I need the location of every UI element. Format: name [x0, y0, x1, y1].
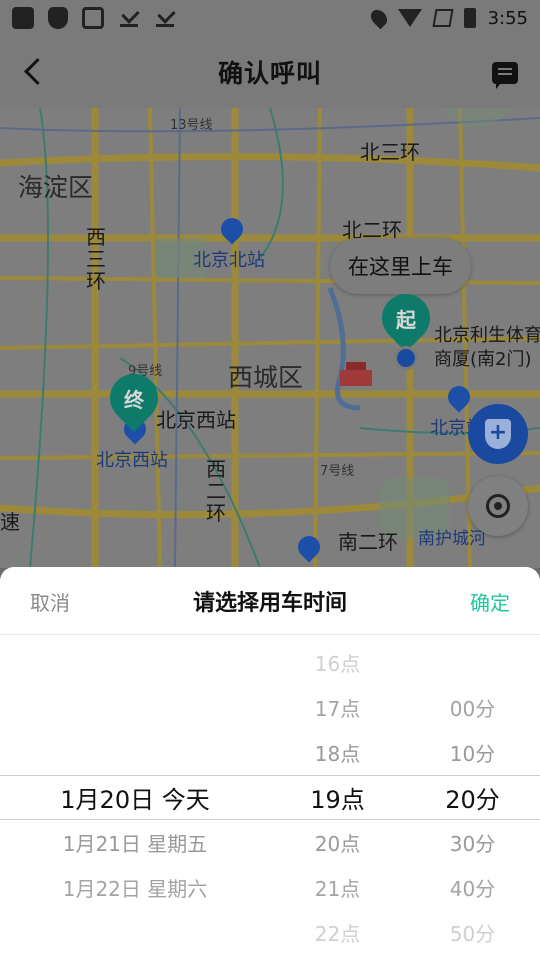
minute-option[interactable]: 20分: [405, 775, 540, 820]
image-notification-icon: [82, 7, 104, 29]
time-picker[interactable]: 1月20日 今天 1月21日 星期五 1月22日 星期六 16点 17点 18点 19点 2…: [0, 635, 540, 960]
map-label-beijingbeizhan: 北京北站: [193, 250, 265, 271]
shield-plus-icon: [485, 419, 511, 449]
status-time: 3:55: [487, 7, 528, 29]
map-label-haidian: 海淀区: [18, 173, 94, 202]
status-icons-left: [12, 7, 176, 29]
top-app-bar: 确认呼叫: [0, 36, 540, 108]
minute-option[interactable]: 30分: [405, 820, 540, 865]
hour-option[interactable]: 18点: [270, 730, 405, 775]
date-option[interactable]: 1月20日 今天: [0, 775, 270, 820]
status-bar: 3:55: [0, 0, 540, 36]
hour-option[interactable]: 17点: [270, 685, 405, 730]
start-pin-label: 起: [396, 307, 416, 332]
hour-option[interactable]: 19点: [270, 775, 405, 820]
wifi-icon: [397, 9, 422, 27]
sheet-header: 取消 请选择用车时间 确定: [0, 567, 540, 635]
shield-notification-icon: [48, 7, 68, 29]
status-icons-right: 3:55: [367, 6, 528, 30]
page-title: 确认呼叫: [217, 59, 322, 88]
date-option[interactable]: 1月22日 星期六: [0, 865, 270, 910]
map-label-beisanhuan: 北三环: [360, 140, 420, 164]
confirm-button[interactable]: 确定: [470, 587, 510, 616]
minute-option[interactable]: 40分: [405, 865, 540, 910]
map-label-beijingxizhan: 北京西站: [156, 408, 236, 432]
hour-option[interactable]: 22点: [270, 910, 405, 955]
map-label-xierhuan: 西二环: [206, 457, 226, 525]
battery-icon: [463, 8, 476, 28]
crosshair-target-icon: [486, 494, 510, 518]
hour-option[interactable]: 20点: [270, 820, 405, 865]
app-square-icon: [12, 7, 34, 29]
map-label-beijingxizhan-station: 北京西站: [96, 450, 168, 471]
map-label-expressway: 速: [0, 510, 20, 534]
map-label-line7: 7号线: [320, 464, 355, 479]
download-done-icon-2: [154, 7, 176, 29]
minute-option[interactable]: 10分: [405, 730, 540, 775]
map-label-line13: 13号线: [170, 118, 213, 133]
download-done-icon: [118, 7, 140, 29]
end-pin-label: 终: [124, 387, 144, 412]
map-label-nanhuchenghe: 南护城河: [418, 529, 486, 549]
hour-option[interactable]: 16点: [270, 640, 405, 685]
back-arrow-icon[interactable]: [20, 56, 52, 88]
cancel-button[interactable]: 取消: [30, 587, 70, 616]
map-label-xisanhuan: 西三环: [86, 225, 106, 293]
map-label-nanerhuan: 南二环: [338, 530, 398, 554]
time-picker-sheet: 取消 请选择用车时间 确定 1月20日 今天 1月21日 星期五 1月22日 星期六…: [0, 567, 540, 960]
no-signal-icon: [431, 9, 454, 27]
current-location-dot-icon: [394, 346, 418, 370]
sheet-title: 请选择用车时间: [192, 590, 347, 616]
minute-wheel[interactable]: 00分 10分 20分 30分 40分 50分: [405, 635, 540, 960]
minute-option[interactable]: 00分: [405, 685, 540, 730]
pickup-here-bubble[interactable]: 在这里上车: [330, 238, 471, 294]
locate-me-button[interactable]: [468, 476, 528, 536]
date-wheel[interactable]: 1月20日 今天 1月21日 星期五 1月22日 星期六: [0, 635, 270, 960]
map-label-poi: 北京利生体育商厦(南2门): [434, 325, 540, 370]
hour-option[interactable]: 21点: [270, 865, 405, 910]
location-icon: [367, 6, 390, 30]
safety-center-button[interactable]: [468, 404, 528, 464]
hour-wheel[interactable]: 16点 17点 18点 19点 20点 21点 22点: [270, 635, 405, 960]
date-option[interactable]: 1月21日 星期五: [0, 820, 270, 865]
minute-option[interactable]: 50分: [405, 910, 540, 955]
map-label-xicheng: 西城区: [228, 363, 304, 392]
message-icon[interactable]: [492, 62, 518, 89]
map-view[interactable]: 海淀区 西城区 北三环 北二环 西三环 西二环 南二环 南护城河 北京北站 北京…: [0, 108, 540, 568]
